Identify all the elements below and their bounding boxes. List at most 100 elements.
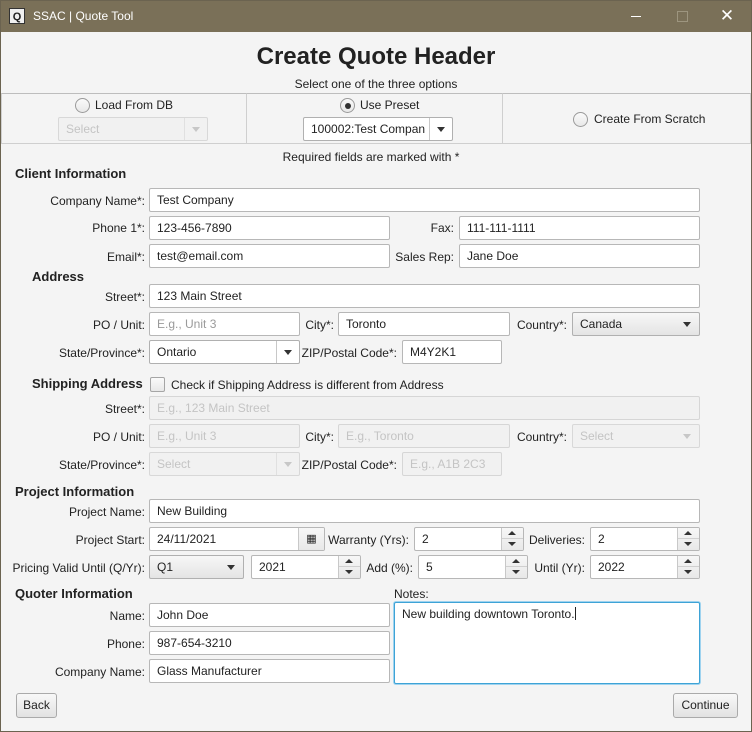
option-load-from-db-panel: Load From DB Select [1,93,247,144]
quoter-company-field[interactable]: Glass Manufacturer [149,659,390,683]
create-from-scratch-label: Create From Scratch [594,112,706,126]
page-title: Create Quote Header [256,43,496,70]
window-title: SSAC | Quote Tool [33,9,134,23]
shipping-state-select: Select [149,452,300,476]
quoter-phone-field[interactable]: 987-654-3210 [149,631,390,655]
notes-textarea[interactable]: New building downtown Toronto. [394,602,700,684]
preset-select-value: 100002:Test Compan [311,122,426,136]
text-caret [574,607,576,620]
pricing-quarter-value: Q1 [157,560,174,574]
load-from-db-radio[interactable] [75,98,90,113]
notes-value: New building downtown Toronto. [402,607,575,621]
warranty-value: 2 [422,532,429,546]
deliveries-value: 2 [598,532,605,546]
until-year-value: 2022 [598,560,625,574]
shipping-state-label: State/Province*: [58,458,145,472]
state-select[interactable]: Ontario [149,340,300,364]
load-from-db-label: Load From DB [95,98,174,112]
increment-icon[interactable] [678,556,699,567]
notes-label: Notes: [394,587,429,601]
pricing-year-value: 2021 [259,560,286,574]
sales-rep-label: Sales Rep: [395,250,454,264]
quoter-company-label: Company Name: [54,665,145,679]
increment-icon[interactable] [678,528,699,539]
required-note: Required fields are marked with * [282,150,460,164]
shipping-street-label: Street*: [104,402,145,416]
shipping-country-select-value: Select [580,429,614,443]
address-heading: Address [32,269,85,284]
chevron-down-icon[interactable] [676,313,699,335]
shipping-country-select: Select [572,424,700,448]
project-name-field[interactable]: New Building [149,499,700,523]
add-pct-spinner[interactable]: 5 [418,555,528,579]
city-field[interactable]: Toronto [338,312,510,336]
shipping-city-label: City*: [305,430,334,444]
state-label: State/Province*: [58,346,145,360]
close-button[interactable]: ✕ [712,5,742,27]
street-field[interactable]: 123 Main Street [149,284,700,308]
country-select[interactable]: Canada [572,312,700,336]
sales-rep-field[interactable]: Jane Doe [459,244,700,268]
decrement-icon[interactable] [678,539,699,550]
company-name-field[interactable]: Test Company [149,188,700,212]
shipping-different-label: Check if Shipping Address is different f… [171,378,444,392]
zip-field[interactable]: M4Y2K1 [402,340,502,364]
city-label: City*: [305,318,334,332]
chevron-down-icon [676,425,699,447]
shipping-street-field: E.g., 123 Main Street [149,396,700,420]
use-preset-radio[interactable] [340,98,355,113]
pricing-valid-label: Pricing Valid Until (Q/Yr): [12,561,145,575]
po-unit-label: PO / Unit: [92,318,145,332]
shipping-po-unit-label: PO / Unit: [92,430,145,444]
shipping-state-select-value: Select [157,457,191,471]
until-year-stepper[interactable] [677,556,699,578]
create-from-scratch-radio[interactable] [573,112,588,127]
shipping-city-field: E.g., Toronto [338,424,510,448]
deliveries-spinner[interactable]: 2 [590,527,700,551]
decrement-icon[interactable] [678,567,699,578]
quoter-info-heading: Quoter Information [15,586,133,601]
email-field[interactable]: test@email.com [149,244,390,268]
warranty-spinner[interactable]: 2 [414,527,524,551]
project-start-label: Project Start: [75,533,145,547]
chevron-down-icon[interactable] [220,556,243,578]
zip-label: ZIP/Postal Code*: [301,346,397,360]
quoter-name-field[interactable]: John Doe [149,603,390,627]
preset-select[interactable]: 100002:Test Compan [303,117,453,141]
app-logo-icon: Q [9,8,25,24]
shipping-zip-label: ZIP/Postal Code*: [301,458,397,472]
chevron-down-icon[interactable] [429,118,452,140]
add-pct-value: 5 [426,560,433,574]
decrement-icon[interactable] [502,539,523,550]
until-year-spinner[interactable]: 2022 [590,555,700,579]
shipping-different-checkbox[interactable] [150,377,165,392]
fax-field[interactable]: 111-111-1111 [459,216,700,240]
deliveries-stepper[interactable] [677,528,699,550]
quoter-name-label: Name: [109,609,145,623]
pricing-quarter-select[interactable]: Q1 [149,555,244,579]
pricing-year-spinner[interactable]: 2021 [251,555,361,579]
option-create-from-scratch-panel: Create From Scratch [502,93,751,144]
minimize-button[interactable] [621,5,651,27]
back-button[interactable]: Back [16,693,57,718]
company-name-label: Company Name*: [50,194,145,208]
email-label: Email*: [106,250,145,264]
shipping-country-label: Country*: [516,430,567,444]
continue-button[interactable]: Continue [673,693,738,718]
shipping-zip-field: E.g., A1B 2C3 [402,452,502,476]
load-from-db-select: Select [58,117,208,141]
add-pct-label: Add (%): [366,561,413,575]
phone1-label: Phone 1*: [92,221,145,235]
increment-icon[interactable] [502,528,523,539]
title-bar: Q SSAC | Quote Tool ✕ [1,1,751,32]
use-preset-label: Use Preset [360,98,420,112]
warranty-stepper[interactable] [501,528,523,550]
load-from-db-select-value: Select [66,122,100,136]
project-start-field[interactable]: 24/11/2021 ▦ [149,527,325,551]
project-info-heading: Project Information [15,484,135,499]
phone1-field[interactable]: 123-456-7890 [149,216,390,240]
country-label: Country*: [516,318,567,332]
client-info-heading: Client Information [15,166,127,181]
po-unit-field[interactable]: E.g., Unit 3 [149,312,300,336]
shipping-address-heading: Shipping Address [32,376,143,391]
